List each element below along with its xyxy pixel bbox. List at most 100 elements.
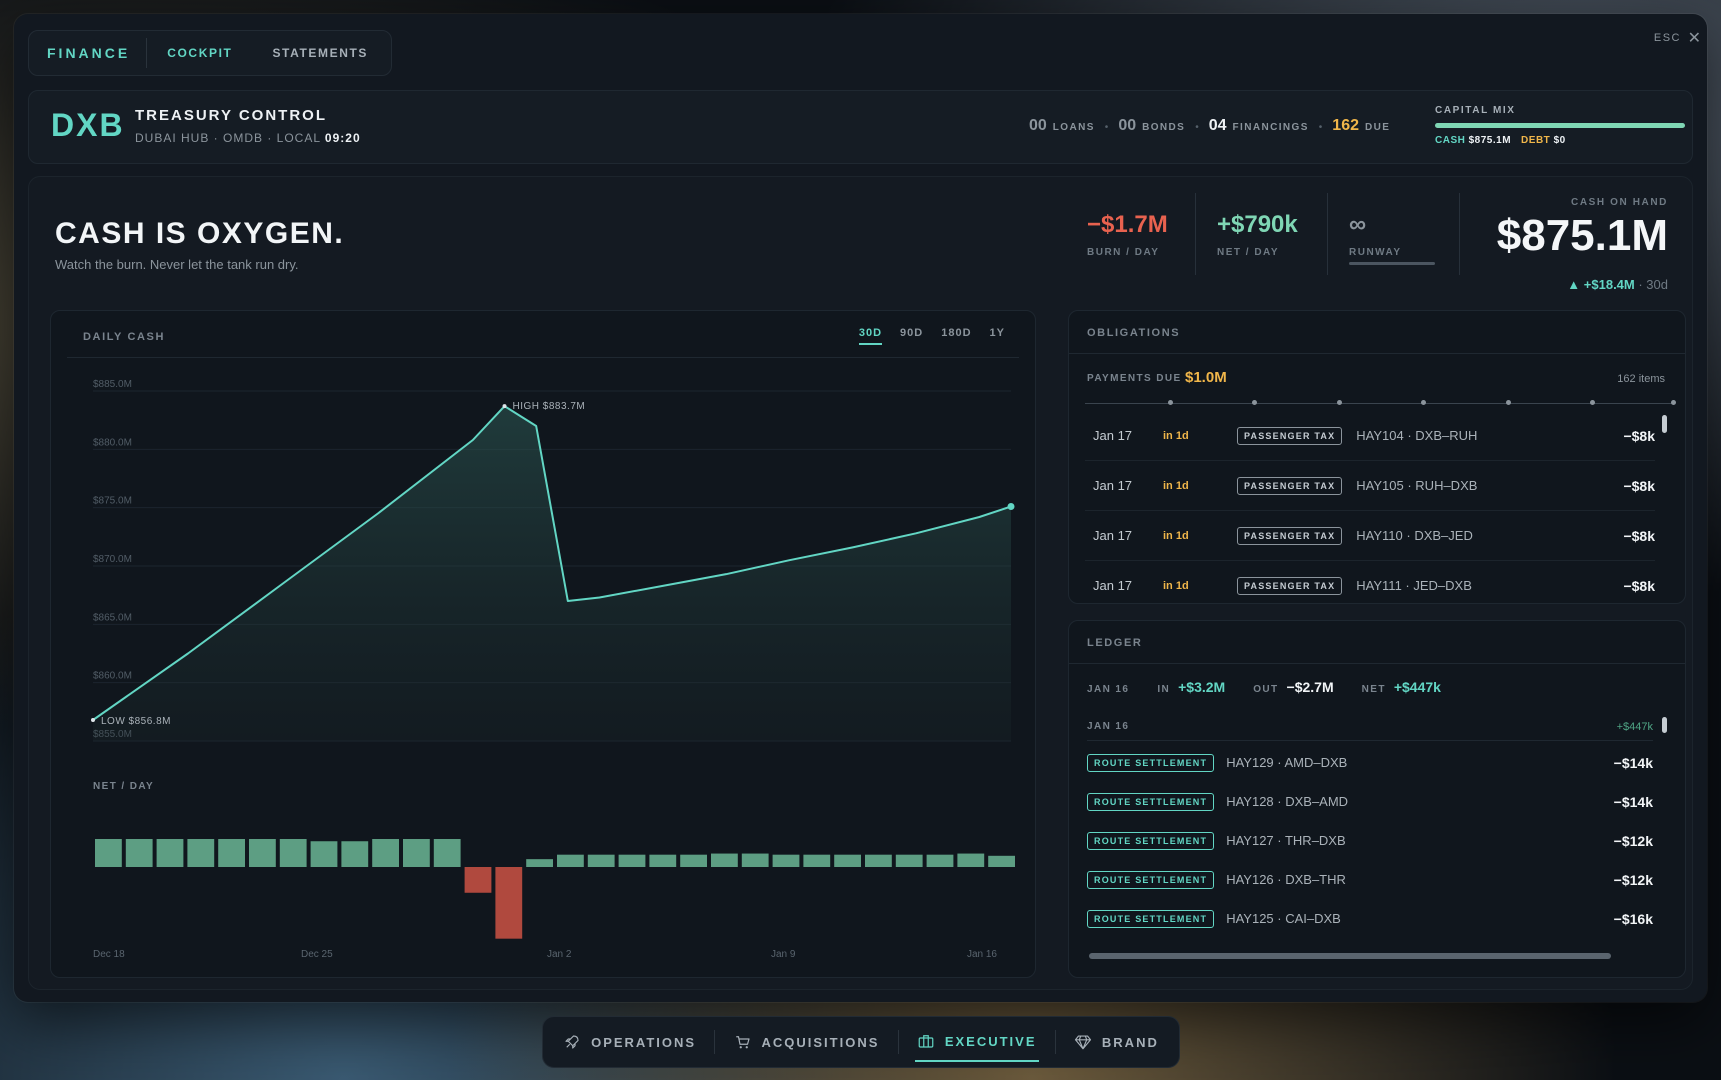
x-tick-label: Dec 18 [93,949,125,960]
ledger-row[interactable]: ROUTE SETTLEMENT HAY127 · THR–DXB −$12k [1087,821,1653,860]
obligations-scrollbar[interactable] [1662,415,1667,433]
ledger-tag: ROUTE SETTLEMENT [1087,753,1215,772]
nav-brand[interactable]: BRAND [1072,1022,1161,1062]
ledger-summary: JAN 16 IN +$3.2M OUT −$2.7M NET +$447k [1087,679,1441,695]
obligation-tag: PASSENGER TAX [1237,526,1343,545]
cash-delta-amount: +$18.4M [1583,277,1635,292]
obligation-row[interactable]: Jan 17 in 1d PASSENGER TAX HAY105 · RUH–… [1085,461,1655,511]
net-day-bar [526,859,553,867]
ledger-row[interactable]: ROUTE SETTLEMENT HAY126 · DXB–THR −$12k [1087,860,1653,899]
panel-divider [1069,663,1685,664]
timeline-dot[interactable] [1671,400,1676,405]
nav-executive[interactable]: EXECUTIVE [914,1022,1039,1062]
financings-value: 04 [1208,117,1227,134]
range-90d[interactable]: 90D [900,327,923,345]
briefcase-icon [918,1035,934,1048]
obligation-amount: −$8k [1623,477,1655,494]
diamond-icon [1074,1035,1091,1050]
timeline-dot[interactable] [1167,400,1173,405]
ledger-out-label: OUT [1253,684,1279,695]
stat-divider [1459,193,1460,275]
timeline-dot[interactable] [1336,400,1342,405]
cash-delta: ▲ +$18.4M · 30d [1567,277,1668,292]
range-selector: 30D 90D 180D 1Y [858,327,1005,345]
obligation-row[interactable]: Jan 17 in 1d PASSENGER TAX HAY111 · JED–… [1085,561,1655,603]
cash-area [93,406,1011,741]
nav-brand-label: BRAND [1101,1034,1159,1050]
runway-label: RUNWAY [1349,247,1402,258]
current-point [1007,503,1015,510]
ledger-tag: ROUTE SETTLEMENT [1087,870,1215,889]
ledger-row[interactable]: ROUTE SETTLEMENT HAY128 · DXB–AMD −$14k [1087,782,1653,821]
obligations-label: OBLIGATIONS [1087,327,1181,339]
obligations-timeline[interactable] [1085,400,1676,405]
nav-acquisitions[interactable]: ACQUISITIONS [732,1022,882,1062]
ledger-row[interactable]: ROUTE SETTLEMENT HAY129 · AMD–DXB −$14k [1087,743,1653,782]
close-icon[interactable]: ✕ [1688,28,1701,48]
stat-divider [1327,193,1328,275]
nav-divider [714,1030,716,1054]
daily-cash-chart: $885.0M $880.0M $875.0M $870.0M $865.0M $860.… [91,379,1015,960]
bonds-label: BONDS [1142,122,1186,133]
range-30d[interactable]: 30D [858,327,883,345]
x-tick-label: Jan 2 [547,949,572,960]
top-tabs: FINANCE COCKPIT STATEMENTS [28,30,392,76]
mix-cash: CASH $875.1M [1435,135,1511,146]
runway-bar [1349,262,1435,265]
hero-title: CASH IS OXYGEN. [55,217,345,250]
loans-count[interactable]: 00 LOANS [1029,117,1095,135]
net-day-bar [680,854,707,867]
y-tick-label: $875.0M [93,496,132,507]
burn-value: −$1.7M [1087,211,1168,238]
cash-on-hand-value: $875.1M [1496,211,1668,260]
ledger-horizontal-scrollbar[interactable] [1089,953,1611,959]
net-day-bar [433,839,461,867]
nav-executive-label: EXECUTIVE [944,1033,1037,1049]
ledger-amount: −$14k [1613,793,1653,810]
ledger-in-label: IN [1157,684,1171,695]
ledger-net-label: NET [1361,684,1386,695]
payments-due-label: PAYMENTS DUE [1087,373,1182,384]
timeline-dot[interactable] [1505,400,1511,405]
net-day-bar [834,854,861,867]
timeline-dot[interactable] [1421,400,1427,405]
ledger-day-net: +$447k [1616,721,1653,733]
net-day-bar [279,839,307,867]
obligation-desc: HAY110 · DXB–JED [1356,528,1473,543]
ledger-desc: HAY129 · AMD–DXB [1226,755,1348,770]
timeline-dot[interactable] [1590,400,1596,405]
hub-subtitle: DUBAI HUB · OMDB · LOCAL 09:20 [135,131,361,145]
hub-location: DUBAI HUB · OMDB · LOCAL [135,131,325,145]
range-1y[interactable]: 1Y [990,327,1005,345]
payments-due-value: $1.0M [1185,369,1227,386]
obligation-due-in: in 1d [1163,479,1189,492]
range-180d[interactable]: 180D [941,327,971,345]
ledger-scrollbar[interactable] [1662,717,1667,733]
ledger-amount: −$14k [1613,754,1653,771]
obligation-tag: PASSENGER TAX [1237,426,1343,445]
local-time: 09:20 [324,131,361,145]
nav-operations[interactable]: OPERATIONS [561,1022,698,1062]
obligation-row[interactable]: Jan 17 in 1d PASSENGER TAX HAY110 · DXB–… [1085,511,1655,561]
ledger-tag: ROUTE SETTLEMENT [1087,792,1215,811]
tab-statements[interactable]: STATEMENTS [252,46,388,60]
obligation-row[interactable]: Jan 17 in 1d PASSENGER TAX HAY104 · DXB–… [1085,411,1655,461]
separator-dot: • [1195,122,1199,133]
separator-dot: • [1318,122,1323,133]
ledger-row[interactable]: ROUTE SETTLEMENT HAY125 · CAI–DXB −$16k [1087,899,1653,938]
nav-divider [1054,1030,1056,1054]
capital-mix-values: CASH $875.1M DEBT $0 [1435,135,1566,146]
bonds-count[interactable]: 00 BONDS [1118,117,1185,135]
y-tick-label: $880.0M [93,437,132,448]
financings-count[interactable]: 04 FINANCINGS [1209,117,1309,135]
net-day-bar [125,839,153,867]
obligation-date: Jan 17 [1093,578,1133,593]
cash-on-hand-label: CASH ON HAND [1571,197,1668,208]
timeline-dot[interactable] [1252,400,1258,405]
runway-stat: ∞ RUNWAY [1349,211,1435,265]
net-day-bar [649,854,677,867]
due-count[interactable]: 162 DUE [1332,117,1390,135]
tab-cockpit[interactable]: COCKPIT [147,46,252,60]
net-day-bar [341,841,369,867]
esc-hint[interactable]: ESC [1654,32,1681,44]
